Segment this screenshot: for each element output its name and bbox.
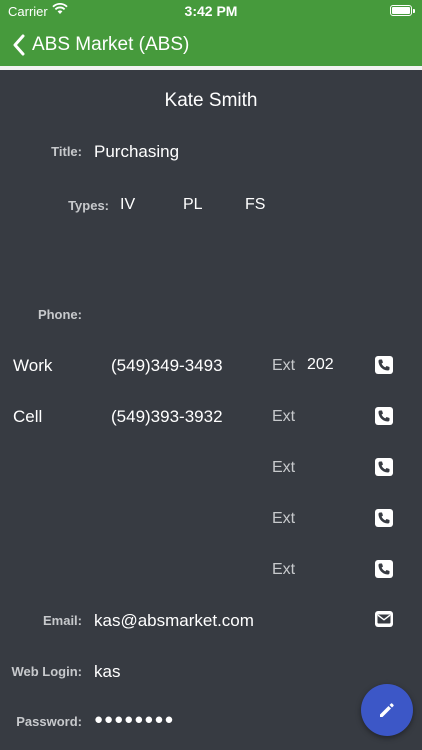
- phone-type: Cell: [13, 407, 43, 426]
- email-label: Email:: [42, 613, 82, 628]
- weblogin-value: kas: [94, 662, 121, 681]
- envelope-icon[interactable]: [375, 611, 393, 627]
- phone-icon[interactable]: [375, 560, 393, 578]
- password-label: Password:: [16, 714, 82, 729]
- type-tag: IV: [120, 196, 136, 213]
- phone-icon[interactable]: [375, 407, 393, 425]
- contact-name: Kate Smith: [164, 90, 258, 111]
- type-tag: FS: [245, 196, 266, 213]
- ext-label: Ext: [272, 510, 296, 527]
- email-value[interactable]: kas@absmarket.com: [94, 611, 254, 631]
- phone-type: Work: [13, 356, 53, 375]
- phone-icon[interactable]: [375, 458, 393, 476]
- weblogin-label: Web Login:: [11, 664, 82, 679]
- ext-label: Ext: [272, 561, 296, 578]
- phone-number[interactable]: (549)349-3493: [111, 356, 223, 376]
- ext-value: 202: [307, 356, 334, 373]
- pencil-icon: [380, 703, 394, 717]
- chevron-left-icon[interactable]: [12, 34, 26, 56]
- title-label: Title:: [51, 144, 82, 159]
- phone-icon[interactable]: [375, 509, 393, 527]
- type-tag: PL: [183, 196, 203, 213]
- phone-label: Phone:: [37, 307, 82, 322]
- ext-label: Ext: [272, 459, 296, 476]
- types-label: Types:: [68, 198, 109, 213]
- phone-number[interactable]: (549)393-3932: [111, 407, 223, 427]
- app-header: Carrier 3:42 PM ABS Market (ABS): [0, 0, 422, 66]
- ext-label: Ext: [272, 357, 296, 374]
- password-value: ●●●●●●●●: [94, 711, 175, 728]
- status-time: 3:42 PM: [184, 3, 238, 19]
- nav-bar: ABS Market (ABS): [0, 30, 189, 60]
- nav-title[interactable]: ABS Market (ABS): [32, 34, 189, 56]
- title-value: Purchasing: [94, 142, 180, 161]
- phone-icon[interactable]: [375, 356, 393, 374]
- header-divider: [0, 66, 422, 70]
- battery-icon: [390, 5, 415, 16]
- edit-button[interactable]: [361, 684, 413, 736]
- status-bar: Carrier 3:42 PM: [0, 0, 422, 22]
- ext-label: Ext: [272, 408, 296, 425]
